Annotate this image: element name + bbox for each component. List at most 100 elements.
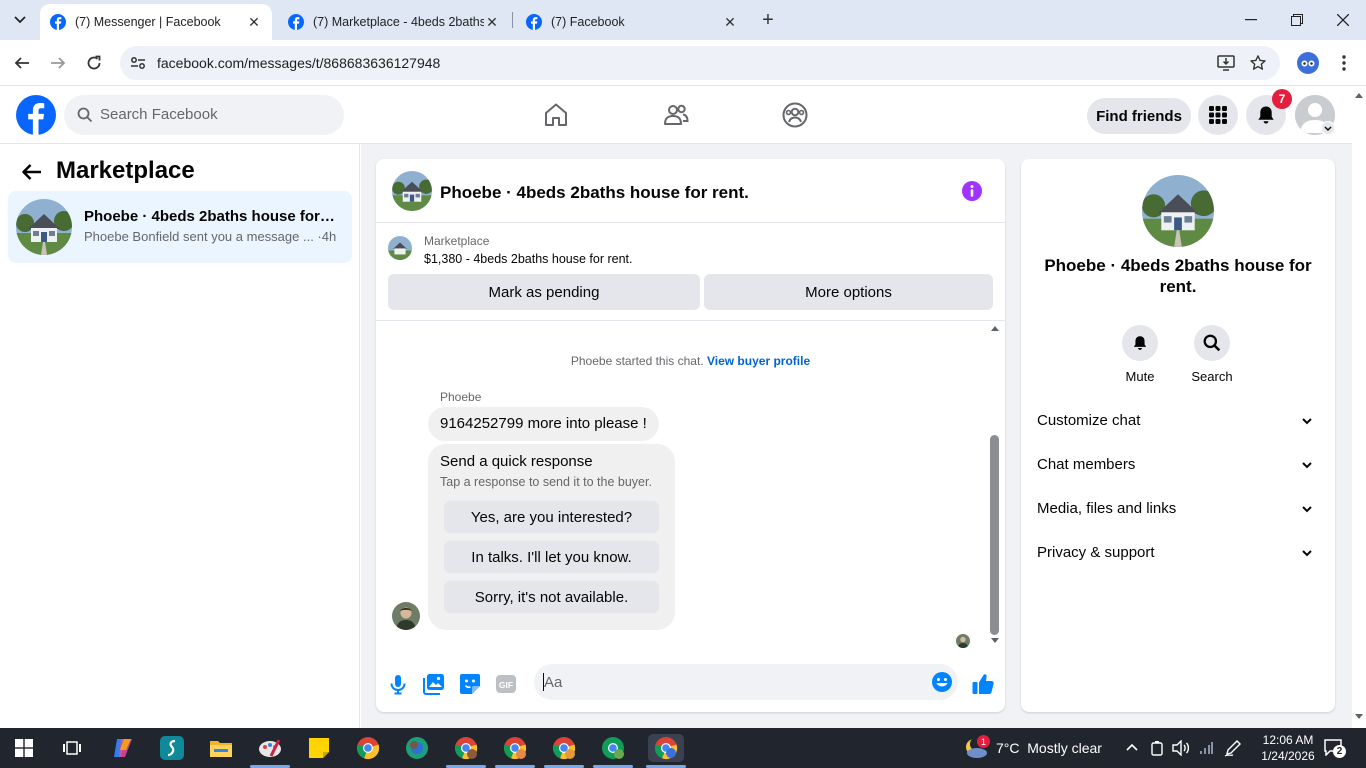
pen-icon[interactable]: [1224, 739, 1242, 757]
restore-button[interactable]: [1274, 0, 1320, 40]
mark-as-pending-button[interactable]: Mark as pending: [388, 274, 700, 310]
sender-avatar[interactable]: [392, 602, 420, 630]
search-label: Search: [1191, 369, 1233, 384]
tab-marketplace[interactable]: (7) Marketplace - 4beds 2baths ✕: [278, 4, 510, 40]
customize-chat-section[interactable]: Customize chat: [1037, 403, 1319, 439]
info-icon[interactable]: [962, 181, 982, 201]
clock-time: 12:06 AM: [1262, 733, 1314, 747]
quick-response-subtitle: Tap a response to send it to the buyer.: [440, 475, 652, 489]
arrow-right-icon: [51, 57, 66, 69]
chrome-active-window[interactable]: [648, 734, 684, 762]
friends-icon[interactable]: [662, 101, 690, 129]
chat-header: Phoebe · 4beds 2baths house for rent.: [376, 159, 1005, 223]
chat-title[interactable]: Phoebe · 4beds 2baths house for rent.: [440, 183, 749, 203]
chat-members-section[interactable]: Chat members: [1037, 447, 1319, 483]
install-app-icon[interactable]: [1216, 53, 1236, 73]
new-tab-button[interactable]: +: [757, 9, 779, 31]
chrome-profile-app[interactable]: [599, 734, 627, 762]
scroll-down-icon[interactable]: [1355, 714, 1363, 720]
chrome-profile-app[interactable]: [452, 734, 480, 762]
profile-button[interactable]: [1294, 49, 1322, 77]
more-options-button[interactable]: More options: [704, 274, 993, 310]
speaker-icon[interactable]: [1172, 740, 1190, 756]
chevron-down-icon: [14, 16, 26, 24]
emoji-icon[interactable]: [931, 671, 953, 693]
quick-response-option[interactable]: Sorry, it's not available.: [444, 581, 659, 613]
task-view-button[interactable]: [58, 734, 86, 762]
photo-gallery-icon[interactable]: [422, 672, 446, 696]
chrome-profile-app[interactable]: [550, 734, 578, 762]
conversation-item[interactable]: Phoebe · 4beds 2baths house for rent. Ph…: [8, 191, 352, 263]
svg-text:GIF: GIF: [499, 680, 513, 690]
mute-button[interactable]: Mute: [1110, 325, 1170, 384]
browser-menu-button[interactable]: [1330, 49, 1358, 77]
media-files-links-section[interactable]: Media, files and links: [1037, 491, 1319, 527]
message-input[interactable]: Aa: [534, 664, 958, 700]
find-friends-button[interactable]: Find friends: [1087, 98, 1191, 134]
bell-icon: [1133, 336, 1147, 350]
menu-button[interactable]: [1198, 95, 1238, 135]
sticker-icon[interactable]: [458, 672, 482, 696]
system-clock[interactable]: 12:06 AM 1/24/2026: [1256, 732, 1320, 764]
chrome-profile-app[interactable]: [501, 734, 529, 762]
privacy-support-section[interactable]: Privacy & support: [1037, 535, 1319, 571]
close-tab-icon[interactable]: ✕: [722, 14, 738, 30]
page-scrollbar[interactable]: [1352, 86, 1366, 728]
marketplace-label: Marketplace: [424, 234, 490, 248]
site-info-icon[interactable]: [128, 53, 148, 73]
account-menu-chevron[interactable]: [1321, 121, 1335, 135]
chrome-app[interactable]: [354, 734, 382, 762]
tab-messenger[interactable]: (7) Messenger | Facebook ✕: [40, 4, 272, 40]
chat-scrollbar-thumb[interactable]: [990, 435, 999, 635]
conversation-avatar[interactable]: [1142, 175, 1214, 247]
groups-icon[interactable]: [781, 101, 809, 129]
sticky-notes-app[interactable]: [305, 734, 333, 762]
scroll-up-icon[interactable]: [1355, 92, 1363, 98]
chevron-down-icon: [1302, 418, 1312, 425]
seen-receipt-avatar: [956, 634, 970, 648]
app-launcher[interactable]: [158, 734, 186, 762]
view-buyer-profile-link[interactable]: View buyer profile: [707, 354, 810, 368]
close-tab-icon[interactable]: ✕: [484, 14, 500, 30]
start-button[interactable]: [10, 734, 38, 762]
message-composer: GIF Aa: [376, 659, 1005, 712]
bookmark-star-icon[interactable]: [1248, 53, 1268, 73]
thumbs-up-icon[interactable]: [971, 672, 995, 696]
scroll-down-icon[interactable]: [990, 637, 1000, 645]
battery-icon[interactable]: [1150, 740, 1164, 756]
scroll-up-icon[interactable]: [990, 324, 1000, 332]
apps-grid-icon: [1209, 106, 1227, 124]
search-conversation-button[interactable]: Search: [1182, 325, 1242, 384]
house-photo-icon: [16, 199, 72, 255]
quick-response-option[interactable]: In talks. I'll let you know.: [444, 541, 659, 573]
gif-icon[interactable]: GIF: [494, 672, 518, 696]
restore-icon: [1291, 14, 1303, 26]
forward-button[interactable]: [44, 49, 72, 77]
chevron-up-icon[interactable]: [1126, 743, 1138, 751]
facebook-logo-icon[interactable]: [16, 95, 56, 135]
paint-app[interactable]: [256, 734, 284, 762]
home-icon[interactable]: [542, 101, 570, 129]
notification-center-button[interactable]: 2: [1324, 738, 1346, 758]
back-button[interactable]: [8, 49, 36, 77]
microphone-icon[interactable]: [386, 672, 410, 696]
address-bar[interactable]: facebook.com/messages/t/868683636127948: [120, 46, 1280, 80]
network-icon[interactable]: [1198, 740, 1214, 756]
close-tab-icon[interactable]: ✕: [246, 14, 262, 30]
listing-title[interactable]: $1,380 - 4beds 2baths house for rent.: [424, 252, 632, 266]
tab-search-button[interactable]: [7, 7, 33, 33]
file-explorer-app[interactable]: [207, 734, 235, 762]
edge-app[interactable]: [403, 734, 431, 762]
weather-text[interactable]: 7°C Mostly clear: [996, 740, 1102, 756]
url-text: facebook.com/messages/t/868683636127948: [157, 55, 441, 71]
close-window-button[interactable]: [1320, 0, 1366, 40]
minimize-button[interactable]: [1228, 0, 1274, 40]
sender-name: Phoebe: [440, 390, 482, 404]
tab-facebook[interactable]: (7) Facebook ✕: [516, 4, 748, 40]
chat-avatar[interactable]: [392, 171, 432, 211]
arrow-left-icon[interactable]: [20, 160, 44, 184]
copilot-app[interactable]: [109, 734, 137, 762]
facebook-search-bar[interactable]: Search Facebook: [64, 95, 344, 135]
reload-button[interactable]: [80, 49, 108, 77]
quick-response-option[interactable]: Yes, are you interested?: [444, 501, 659, 533]
